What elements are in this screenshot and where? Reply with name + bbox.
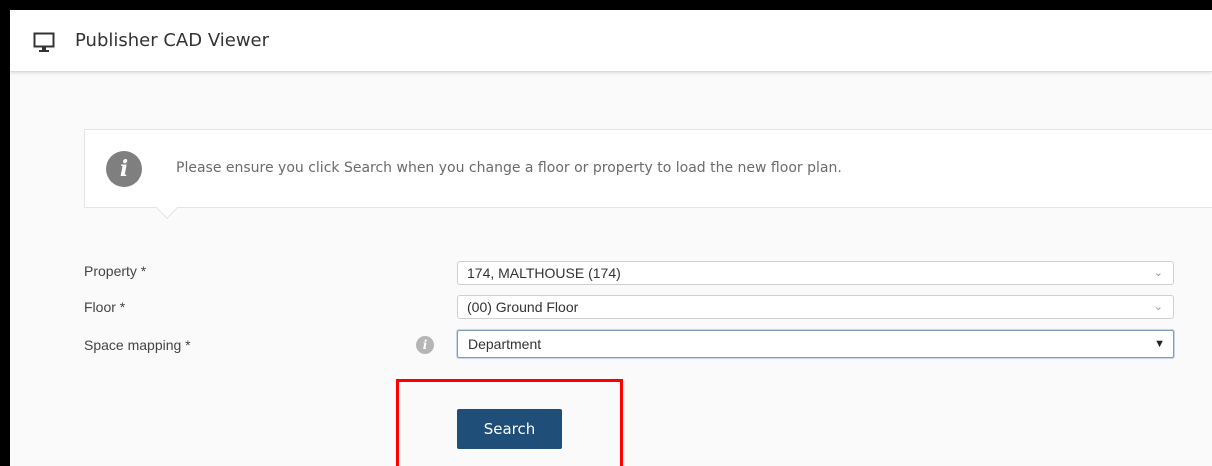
info-icon[interactable]: i: [416, 336, 434, 354]
floor-label: Floor *: [84, 299, 126, 315]
monitor-icon: [33, 32, 55, 52]
space-mapping-select-value: Department: [468, 336, 542, 352]
property-label: Property *: [84, 263, 147, 279]
page-title: Publisher CAD Viewer: [75, 30, 270, 51]
chevron-down-icon: ⌄: [1153, 301, 1163, 313]
highlight-box: [396, 379, 623, 466]
notice-pointer: [155, 196, 179, 219]
space-mapping-select[interactable]: Department ▼: [457, 330, 1174, 358]
chevron-down-icon: ⌄: [1153, 267, 1163, 279]
dropdown-arrow-icon: ▼: [1154, 338, 1165, 350]
floor-select-value: (00) Ground Floor: [467, 299, 579, 315]
page-header: Publisher CAD Viewer: [10, 10, 1212, 72]
page-frame: Publisher CAD Viewer i Please ensure you…: [10, 10, 1212, 466]
space-mapping-label: Space mapping *: [84, 337, 191, 353]
property-select[interactable]: 174, MALTHOUSE (174) ⌄: [457, 261, 1174, 285]
info-icon: i: [106, 151, 142, 187]
info-notice: i Please ensure you click Search when yo…: [84, 129, 1212, 219]
notice-message: Please ensure you click Search when you …: [176, 160, 842, 176]
property-select-value: 174, MALTHOUSE (174): [467, 265, 621, 281]
floor-select[interactable]: (00) Ground Floor ⌄: [457, 295, 1174, 319]
